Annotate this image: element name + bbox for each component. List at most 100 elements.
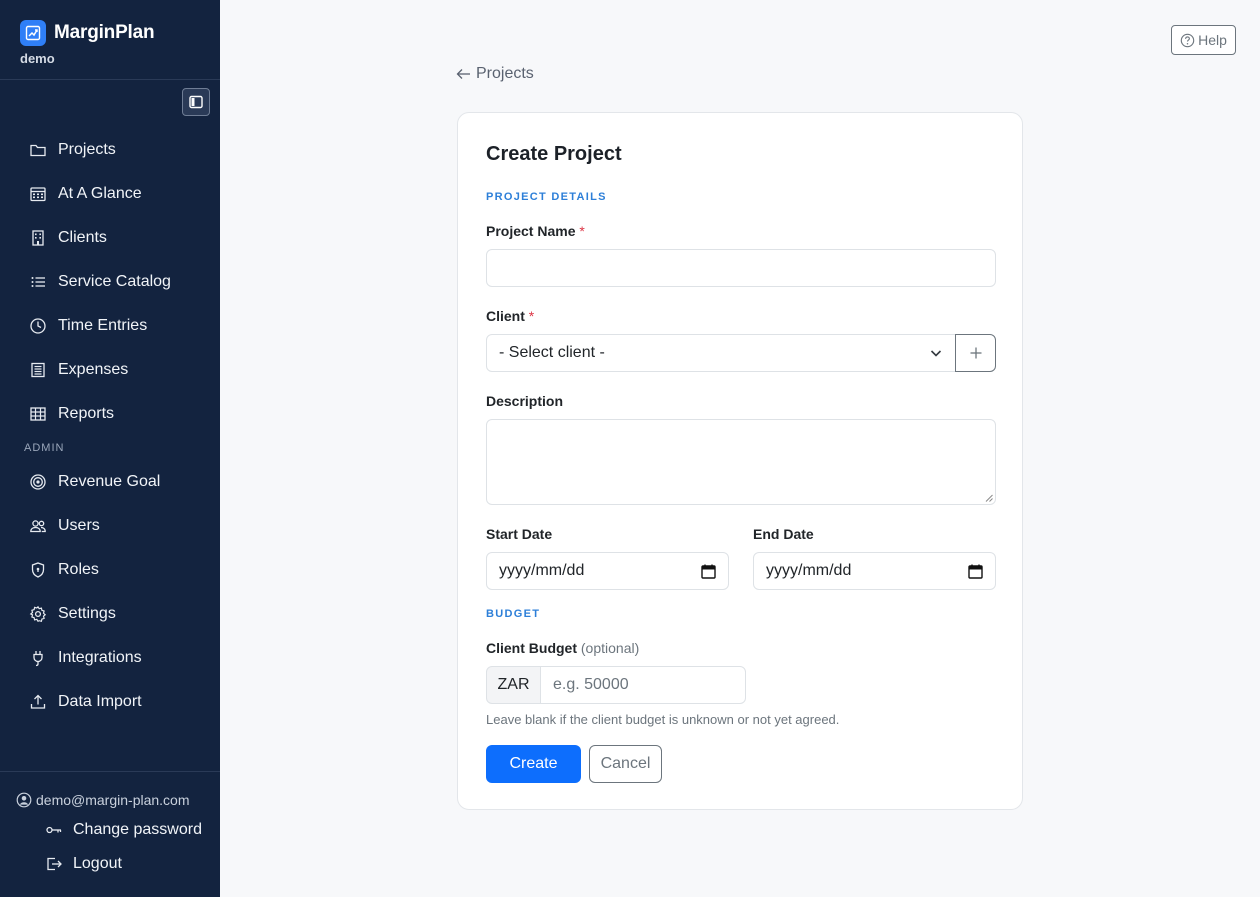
plug-icon [33, 651, 43, 667]
chart-line-icon [20, 20, 46, 46]
client-select-value: - Select client - [499, 344, 605, 361]
client-label: Client * [486, 308, 534, 324]
calendar-icon[interactable] [968, 564, 983, 579]
sidebar-item-integrations[interactable]: Integrations [0, 636, 220, 680]
user-circle-icon [16, 792, 32, 808]
sidebar-item-label: Integrations [58, 649, 142, 666]
plus-icon [970, 347, 981, 359]
target-icon [30, 474, 46, 490]
page-title: Create Project [486, 143, 622, 165]
required-marker: * [579, 223, 585, 239]
sidebar-toggle-button[interactable] [182, 88, 210, 116]
sidebar-item-clients[interactable]: Clients [0, 216, 220, 260]
sidebar-nav: Projects At A Glance Clients Service Cat… [0, 128, 220, 724]
question-circle-icon [1180, 33, 1195, 47]
sidebar-item-label: At A Glance [58, 185, 142, 202]
logout-label: Logout [73, 855, 122, 872]
sidebar-item-settings[interactable]: Settings [0, 592, 220, 636]
user-email-text: demo@margin-plan.com [36, 792, 190, 808]
gear-icon [29, 605, 47, 623]
project-name-label-text: Project Name [486, 223, 576, 239]
folder-icon [30, 144, 46, 157]
sidebar-item-label: Projects [58, 141, 116, 158]
sidebar-item-label: Revenue Goal [58, 473, 161, 490]
client-budget-label: Client Budget (optional) [486, 640, 639, 656]
table-icon [30, 407, 46, 421]
sidebar-item-label: Time Entries [58, 317, 148, 334]
admin-section-label: ADMIN [24, 442, 65, 454]
users-icon [30, 520, 46, 533]
client-label-text: Client [486, 308, 525, 324]
user-email: demo@margin-plan.com [0, 790, 220, 810]
client-budget-label-text: Client Budget [486, 640, 577, 656]
project-details-section-label: PROJECT DETAILS [486, 191, 607, 203]
sidebar-item-label: Roles [58, 561, 99, 578]
user-block: demo@margin-plan.com Change password Log… [0, 771, 220, 881]
client-select[interactable]: - Select client - [486, 334, 956, 372]
sidebar-item-at-a-glance[interactable]: At A Glance [0, 172, 220, 216]
description-label: Description [486, 393, 564, 409]
sidebar-item-expenses[interactable]: Expenses [0, 348, 220, 392]
sidebar-toggle-icon [189, 95, 203, 109]
back-link-label: Projects [476, 65, 534, 82]
sidebar-item-revenue-goal[interactable]: Revenue Goal [0, 460, 220, 504]
description-textarea[interactable] [486, 419, 996, 505]
budget-placeholder: e.g. 50000 [553, 676, 629, 693]
sidebar-item-reports[interactable]: Reports [0, 392, 220, 436]
cancel-button[interactable]: Cancel [589, 745, 662, 783]
optional-hint: (optional) [580, 640, 640, 656]
budget-section-label: BUDGET [486, 608, 541, 620]
sidebar-item-label: Settings [58, 605, 116, 622]
brand-name: MarginPlan [54, 22, 155, 43]
shield-icon [31, 562, 45, 578]
start-date-placeholder: yyyy/mm/dd [499, 562, 585, 579]
sidebar-item-label: Expenses [58, 361, 129, 378]
sidebar-item-label: Clients [58, 229, 107, 246]
sidebar: MarginPlan demo Projects At A Glance Cli… [0, 0, 220, 897]
clock-icon [30, 318, 46, 334]
sidebar-item-data-import[interactable]: Data Import [0, 680, 220, 724]
help-button[interactable]: Help [1171, 25, 1236, 55]
change-password-label: Change password [73, 821, 202, 838]
upload-icon [30, 694, 46, 709]
end-date-input[interactable]: yyyy/mm/dd [753, 552, 996, 590]
required-marker: * [528, 308, 535, 324]
start-date-input[interactable]: yyyy/mm/dd [486, 552, 729, 590]
sidebar-item-label: Data Import [58, 693, 142, 710]
currency-addon: ZAR [486, 666, 541, 704]
start-date-label: Start Date [486, 526, 553, 542]
sidebar-item-roles[interactable]: Roles [0, 548, 220, 592]
sidebar-item-label: Reports [58, 405, 115, 422]
receipt-icon [31, 362, 45, 378]
project-name-input[interactable] [486, 249, 996, 287]
end-date-label: End Date [753, 526, 814, 542]
sidebar-item-label: Users [58, 517, 100, 534]
add-client-button[interactable] [955, 334, 996, 372]
chevron-down-icon [930, 350, 942, 357]
building-icon [32, 230, 44, 246]
list-icon [31, 277, 45, 287]
arrow-left-icon [456, 69, 470, 79]
resize-grip-icon[interactable] [985, 494, 993, 502]
change-password-link[interactable]: Change password [0, 813, 220, 847]
logout-link[interactable]: Logout [0, 847, 220, 881]
brand: MarginPlan demo [0, 0, 220, 80]
calendar-icon[interactable] [701, 564, 716, 579]
help-label: Help [1198, 32, 1227, 48]
sidebar-item-users[interactable]: Users [0, 504, 220, 548]
logout-icon [47, 857, 62, 871]
calendar-grid-icon [30, 187, 46, 202]
client-budget-input[interactable]: e.g. 50000 [540, 666, 746, 704]
sidebar-item-service-catalog[interactable]: Service Catalog [0, 260, 220, 304]
project-name-label: Project Name * [486, 223, 585, 239]
key-icon [46, 826, 62, 834]
budget-help-text: Leave blank if the client budget is unkn… [486, 712, 840, 727]
back-to-projects-link[interactable]: Projects [456, 65, 534, 83]
end-date-placeholder: yyyy/mm/dd [766, 562, 852, 579]
tenant-name: demo [20, 51, 55, 66]
sidebar-item-projects[interactable]: Projects [0, 128, 220, 172]
sidebar-item-time-entries[interactable]: Time Entries [0, 304, 220, 348]
create-button[interactable]: Create [486, 745, 581, 783]
sidebar-item-label: Service Catalog [58, 273, 171, 290]
create-project-card: Create Project PROJECT DETAILS Project N… [457, 112, 1023, 810]
